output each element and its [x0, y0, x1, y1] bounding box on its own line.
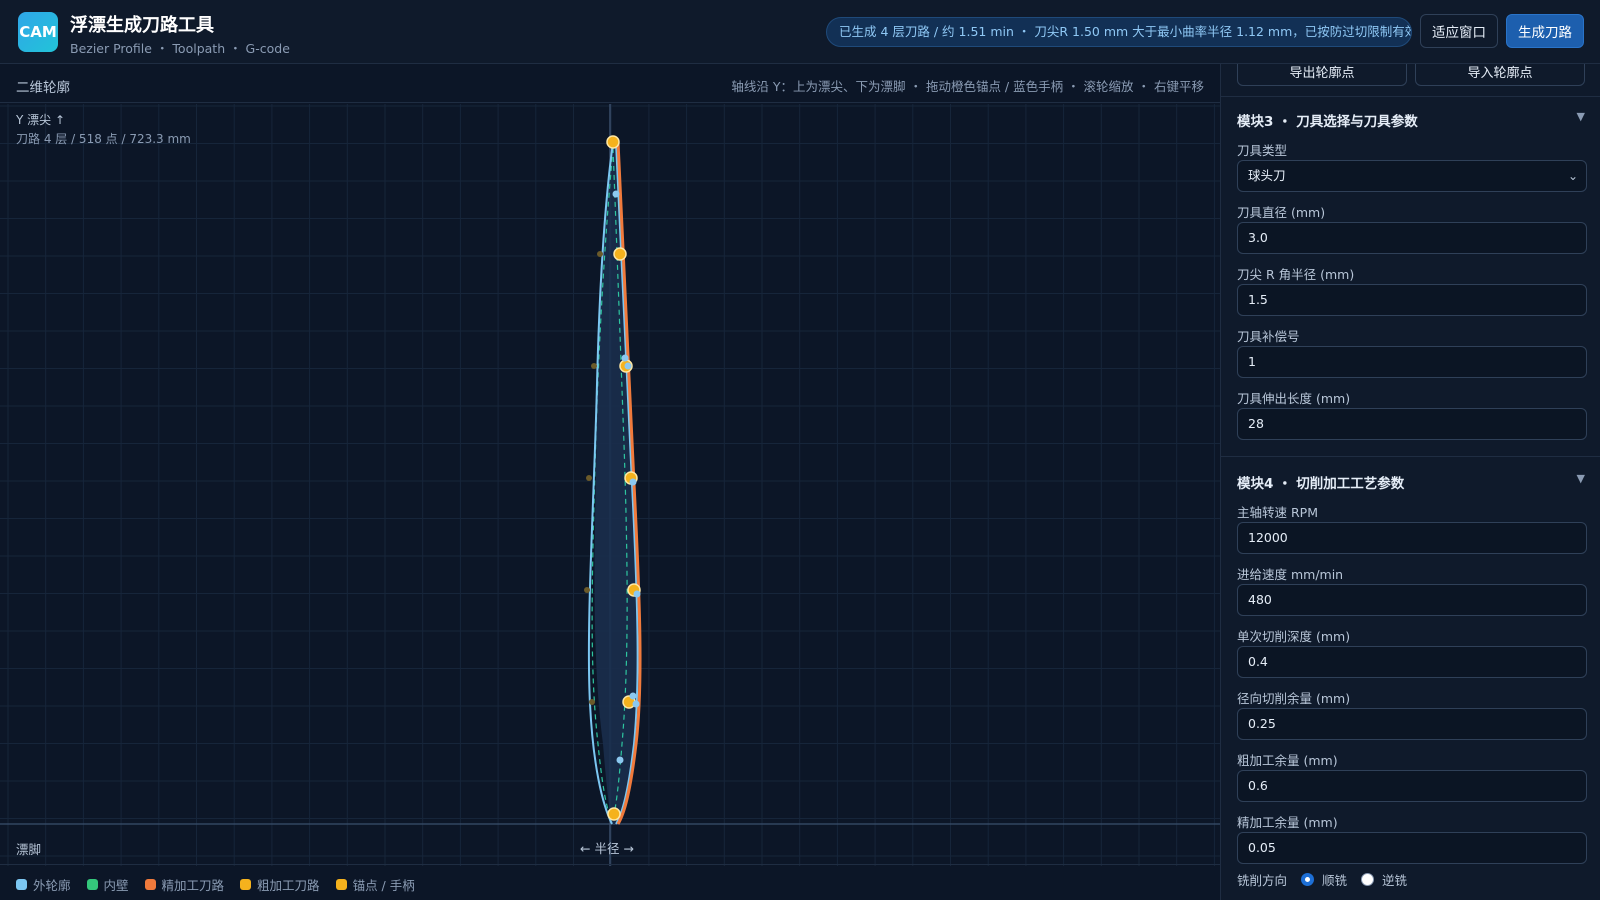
chevron-down-icon[interactable]: ▼ [1577, 472, 1585, 492]
handle-point[interactable] [584, 587, 590, 593]
feed-rate-input[interactable]: 480 [1237, 584, 1587, 616]
status-message: 已生成 4 层刀路 / 约 1.51 min ・ 刀尖R 1.50 mm 大于最… [826, 17, 1412, 47]
finish-allowance-label: 精加工余量 (mm) [1237, 815, 1338, 830]
canvas-hint: 轴线沿 Y：上为漂尖、下为漂脚 ・ 拖动橙色锚点 / 蓝色手柄 ・ 滚轮缩放 ・… [731, 79, 1204, 94]
anchor-point[interactable] [613, 247, 627, 261]
radius-axis-label: ← 半径 → [580, 841, 634, 856]
app-title: 浮漂生成刀路工具 [70, 15, 214, 36]
rough-allowance-input[interactable]: 0.6 [1237, 770, 1587, 802]
cut-depth-label: 单次切削深度 (mm) [1237, 629, 1351, 644]
climb-milling-label: 顺铣 [1322, 873, 1348, 888]
legend-item-anchors: 锚点 / 手柄 [335, 874, 415, 894]
handle-point[interactable] [629, 692, 637, 700]
spindle-rpm-label: 主轴转速 RPM [1237, 505, 1318, 520]
module4-title: 模块4 ・ 切削加工工艺参数 [1237, 476, 1405, 492]
canvas-title: 二维轮廓 [16, 80, 70, 96]
legend-swatch [86, 878, 98, 890]
profile-canvas-panel: 二维轮廓 轴线沿 Y：上为漂尖、下为漂脚 ・ 拖动橙色锚点 / 蓝色手柄 ・ 滚… [0, 64, 1220, 900]
toolpath-stats: 刀路 4 层 / 518 点 / 723.3 mm [16, 132, 191, 146]
chevron-down-icon[interactable]: ▼ [1577, 110, 1585, 130]
module4-header[interactable]: 模块4 ・ 切削加工工艺参数 ▼ [1237, 472, 1585, 492]
handle-point[interactable] [616, 756, 624, 764]
handle-point[interactable] [597, 251, 603, 257]
canvas-divider [0, 102, 1220, 103]
parameter-panel[interactable]: 导出轮廓点 导入轮廓点 模块3 ・ 刀具选择与刀具参数 ▼ 刀具类型 球头刀 ⌄… [1220, 64, 1600, 900]
handle-point[interactable] [591, 363, 597, 369]
tool-offset-input[interactable]: 1 [1237, 346, 1587, 378]
spindle-rpm-input[interactable]: 12000 [1237, 522, 1587, 554]
legend-item-finishing: 精加工刀路 [144, 874, 224, 894]
module3-title: 模块3 ・ 刀具选择与刀具参数 [1237, 114, 1418, 130]
tool-type-select[interactable]: 球头刀 ⌄ [1237, 160, 1587, 192]
fit-window-button[interactable]: 适应窗口 [1420, 14, 1498, 48]
tool-extension-label: 刀具伸出长度 (mm) [1237, 391, 1351, 406]
handle-point[interactable] [633, 590, 641, 598]
milling-direction-group: 铣削方向 顺铣 逆铣 [1237, 870, 1407, 889]
section-divider [1221, 456, 1600, 457]
legend-item-outer: 外轮廓 [16, 874, 71, 894]
float-bottom-label: 漂脚 [16, 842, 42, 857]
chevron-down-icon: ⌄ [1567, 169, 1578, 183]
legend-swatch [144, 878, 156, 890]
section-divider [1221, 96, 1600, 97]
cut-depth-input[interactable]: 0.4 [1237, 646, 1587, 678]
rough-allowance-label: 粗加工余量 (mm) [1237, 753, 1338, 768]
climb-milling-radio[interactable] [1301, 873, 1315, 886]
radial-allowance-input[interactable]: 0.25 [1237, 708, 1587, 740]
finish-allowance-input[interactable]: 0.05 [1237, 832, 1587, 864]
handle-point[interactable] [589, 699, 595, 705]
legend-item-roughing: 粗加工刀路 [240, 874, 320, 894]
app-logo: CAM [18, 12, 58, 52]
tool-diameter-label: 刀具直径 (mm) [1237, 205, 1326, 220]
tool-radius-input[interactable]: 1.5 [1237, 284, 1587, 316]
legend-item-inner: 内壁 [86, 874, 129, 894]
module3-header[interactable]: 模块3 ・ 刀具选择与刀具参数 ▼ [1237, 110, 1585, 130]
handle-point[interactable] [624, 362, 632, 370]
tool-type-label: 刀具类型 [1237, 143, 1288, 158]
handle-point[interactable] [629, 478, 637, 486]
y-axis-label: Y 漂尖 ↑ [16, 113, 66, 127]
generate-toolpath-button[interactable]: 生成刀路 [1506, 14, 1584, 48]
import-profile-button[interactable]: 导入轮廓点 [1415, 64, 1585, 86]
handle-point[interactable] [632, 700, 640, 708]
profile-canvas[interactable] [0, 104, 1220, 866]
handle-point[interactable] [612, 190, 620, 198]
app-subtitle: Bezier Profile ・ Toolpath ・ G-code [70, 41, 290, 56]
radial-allowance-label: 径向切削余量 (mm) [1237, 691, 1351, 706]
handle-point[interactable] [621, 354, 629, 362]
app-header: CAM 浮漂生成刀路工具 Bezier Profile ・ Toolpath ・… [0, 0, 1600, 64]
legend: 外轮廓 内壁 精加工刀路 粗加工刀路 锚点 / 手柄 [16, 874, 415, 894]
handle-point[interactable] [586, 475, 592, 481]
conventional-milling-label: 逆铣 [1382, 873, 1408, 888]
legend-swatch [335, 878, 347, 890]
tool-radius-label: 刀尖 R 角半径 (mm) [1237, 267, 1355, 282]
tool-diameter-input[interactable]: 3.0 [1237, 222, 1587, 254]
anchor-point[interactable] [607, 807, 621, 821]
export-profile-button[interactable]: 导出轮廓点 [1237, 64, 1407, 86]
milling-direction-label: 铣削方向 [1237, 873, 1288, 888]
conventional-milling-radio[interactable] [1361, 873, 1375, 886]
legend-swatch [16, 878, 27, 890]
anchor-point[interactable] [606, 135, 620, 149]
feed-rate-label: 进给速度 mm/min [1237, 567, 1344, 582]
legend-swatch [240, 878, 252, 890]
tool-extension-input[interactable]: 28 [1237, 408, 1587, 440]
legend-divider [0, 864, 1220, 865]
tool-offset-label: 刀具补偿号 [1237, 329, 1300, 344]
